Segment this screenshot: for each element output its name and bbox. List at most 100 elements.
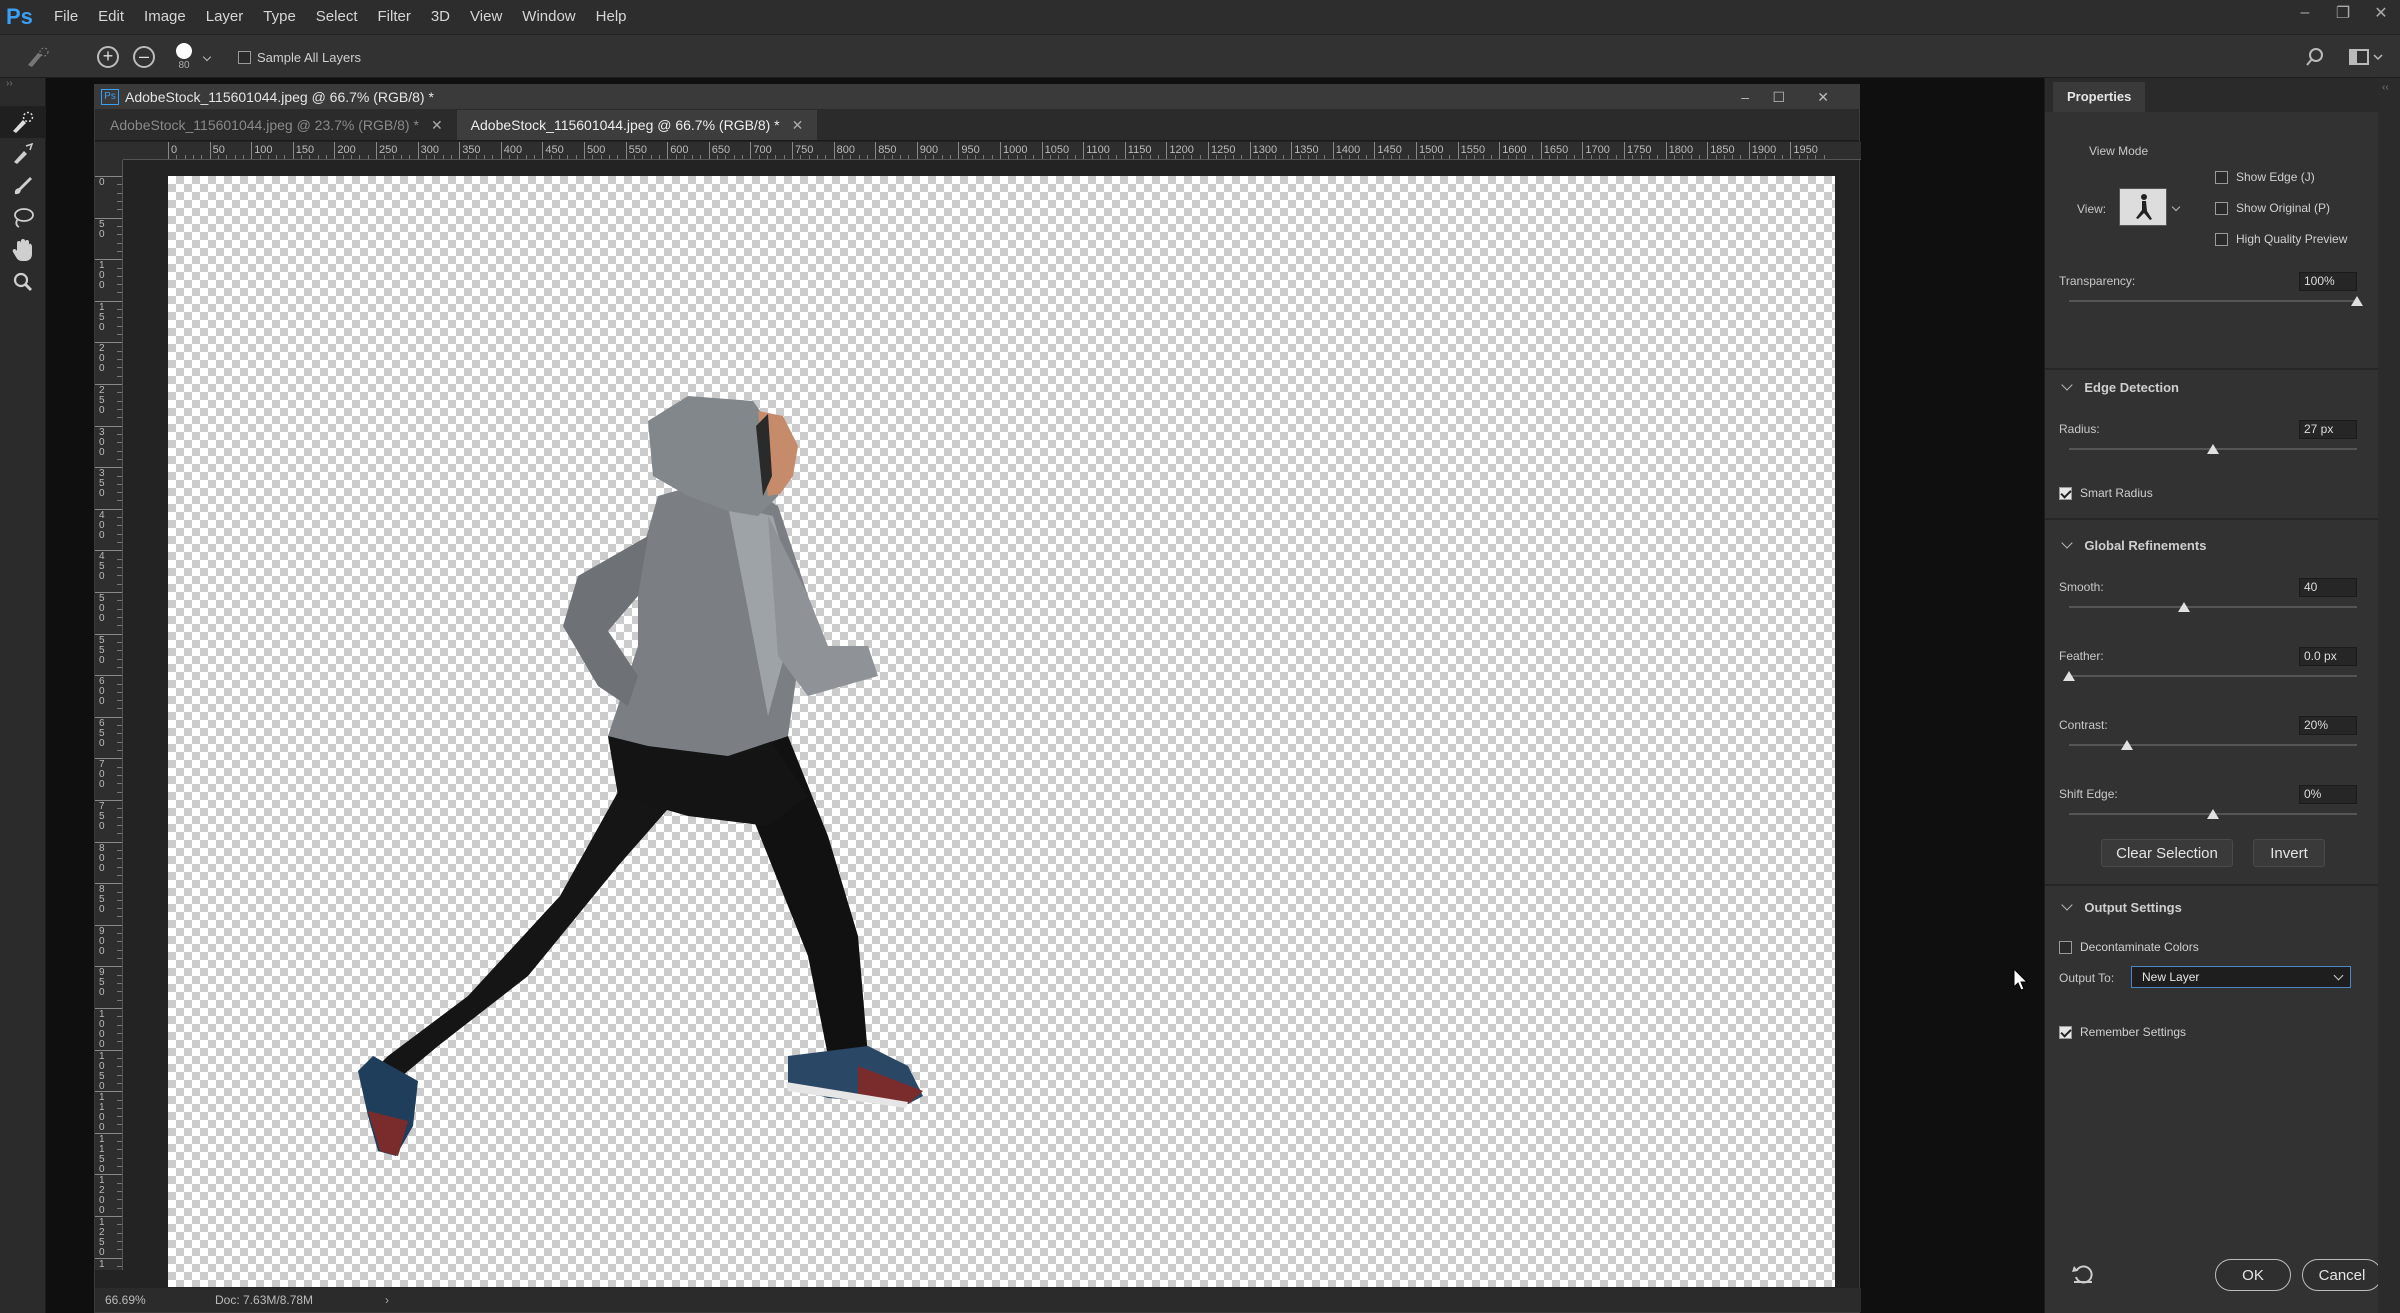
menu-type[interactable]: Type: [253, 0, 306, 34]
output-to-select[interactable]: New Layer: [2131, 966, 2351, 988]
tool-zoom[interactable]: [0, 266, 46, 298]
doc-close-icon[interactable]: ✕: [1817, 85, 1829, 109]
collapse-arrows-icon[interactable]: ‹‹: [2378, 78, 2400, 97]
tool-lasso[interactable]: [0, 202, 46, 234]
ruler-origin[interactable]: [95, 142, 123, 160]
feather-value[interactable]: 0.0 px: [2299, 647, 2357, 666]
menu-layer[interactable]: Layer: [196, 0, 254, 34]
feather-slider-track[interactable]: [2069, 675, 2357, 677]
shift-edge-slider-thumb[interactable]: [2207, 809, 2219, 819]
close-tab-icon[interactable]: ✕: [792, 117, 804, 134]
ruler-minor-tick: [800, 155, 802, 159]
ruler-minor-tick: [117, 1024, 122, 1026]
status-menu-arrow-icon[interactable]: ›: [385, 1293, 389, 1307]
global-refinements-collapse-icon[interactable]: [2061, 537, 2073, 549]
ruler-minor-tick: [1074, 155, 1076, 159]
decontaminate-colors-checkbox[interactable]: [2059, 940, 2072, 954]
edge-detection-collapse-icon[interactable]: [2061, 379, 2073, 391]
smooth-value[interactable]: 40: [2299, 578, 2357, 597]
tool-preset-picker[interactable]: [24, 35, 54, 79]
sample-all-layers-checkbox[interactable]: [238, 50, 251, 64]
smooth-slider-thumb[interactable]: [2178, 602, 2191, 612]
tool-brush[interactable]: [0, 170, 46, 202]
clear-selection-button[interactable]: Clear Selection: [2101, 839, 2233, 867]
close-tab-icon[interactable]: ✕: [431, 117, 443, 134]
ok-button[interactable]: OK: [2215, 1259, 2291, 1291]
horizontal-ruler[interactable]: 0 50 100 150 200 250 300 350 400 450 500 550 600 650 7…: [123, 142, 1861, 160]
radius-value[interactable]: 27 px: [2299, 420, 2357, 439]
smart-radius-checkbox[interactable]: [2059, 486, 2072, 500]
transparency-slider-thumb[interactable]: [2351, 296, 2363, 306]
vertical-ruler[interactable]: 0 50 100 150 200 250 300 350 400 450 500 550 600 650 7…: [95, 160, 123, 1270]
ruler-minor-tick: [767, 155, 769, 159]
ruler-minor-tick: [117, 974, 122, 976]
ruler-minor-tick: [742, 155, 744, 159]
ruler-minor-tick: [1798, 155, 1800, 159]
ruler-minor-tick: [1341, 155, 1343, 159]
ruler-minor-tick: [117, 433, 122, 435]
restore-icon[interactable]: ❐: [2324, 0, 2362, 26]
image-canvas[interactable]: [168, 176, 1835, 1287]
tool-hand[interactable]: [0, 234, 46, 266]
shift-edge-value[interactable]: 0%: [2299, 785, 2357, 804]
doc-minimize-icon[interactable]: –: [1741, 85, 1749, 109]
output-settings-collapse-icon[interactable]: [2061, 899, 2073, 911]
ruler-minor-tick: [450, 155, 452, 159]
remember-settings-checkbox[interactable]: [2059, 1025, 2072, 1039]
menu-window[interactable]: Window: [512, 0, 585, 34]
menu-help[interactable]: Help: [586, 0, 637, 34]
tool-refine-edge-brush[interactable]: [0, 138, 46, 170]
contrast-slider-thumb[interactable]: [2120, 740, 2133, 750]
ruler-minor-tick: [117, 292, 122, 294]
minimize-icon[interactable]: –: [2286, 0, 2324, 26]
radius-slider-thumb[interactable]: [2207, 444, 2219, 454]
document-tab-2[interactable]: AdobeStock_115601044.jpeg @ 66.7% (RGB/8…: [456, 110, 818, 140]
view-mode-thumbnail[interactable]: [2119, 188, 2167, 226]
smooth-slider-track[interactable]: [2069, 606, 2357, 608]
brush-size-picker[interactable]: 80: [176, 35, 192, 79]
chevron-down-icon[interactable]: [202, 52, 212, 62]
feather-label: Feather:: [2059, 649, 2104, 663]
workspace-icon[interactable]: [2348, 46, 2384, 68]
ruler-minor-tick: [883, 155, 885, 159]
panel-collapse-strip[interactable]: ‹‹: [2378, 78, 2400, 1313]
contrast-slider-track[interactable]: [2069, 744, 2357, 746]
menu-3d[interactable]: 3D: [421, 0, 460, 34]
menu-edit[interactable]: Edit: [88, 0, 134, 34]
ruler-minor-tick: [725, 155, 727, 159]
zoom-level[interactable]: 66.69%: [105, 1293, 195, 1307]
ruler-minor-tick: [117, 708, 122, 710]
tool-quick-selection[interactable]: [0, 106, 46, 138]
ruler-tick: [833, 142, 835, 159]
doc-maximize-icon[interactable]: ☐: [1772, 85, 1785, 109]
document-tab-1[interactable]: AdobeStock_115601044.jpeg @ 23.7% (RGB/8…: [96, 110, 457, 140]
transparency-value[interactable]: 100%: [2299, 272, 2357, 291]
show-edge-checkbox[interactable]: [2215, 170, 2228, 184]
invert-button[interactable]: Invert: [2253, 839, 2325, 867]
reset-icon[interactable]: [2071, 1262, 2095, 1286]
cancel-button[interactable]: Cancel: [2302, 1259, 2382, 1291]
feather-slider-thumb[interactable]: [2063, 671, 2075, 681]
menu-image[interactable]: Image: [134, 0, 196, 34]
menu-view[interactable]: View: [460, 0, 512, 34]
ruler-minor-tick: [966, 155, 968, 159]
ruler-tick-label: 1900: [1751, 144, 1777, 156]
ruler-tick: [1624, 142, 1625, 159]
ruler-tick-label: 350: [99, 468, 105, 500]
properties-tab[interactable]: Properties: [2053, 82, 2146, 112]
close-icon[interactable]: ✕: [2362, 0, 2400, 26]
ruler-minor-tick: [517, 155, 519, 159]
view-mode-dropdown-icon[interactable]: [2171, 202, 2181, 212]
menu-filter[interactable]: Filter: [368, 0, 421, 34]
search-icon[interactable]: [2304, 46, 2326, 68]
subtract-from-selection-icon[interactable]: –: [133, 46, 155, 68]
show-original-checkbox[interactable]: [2215, 201, 2228, 215]
transparency-slider-track[interactable]: [2069, 300, 2357, 302]
ruler-minor-tick: [1698, 155, 1700, 159]
high-quality-preview-checkbox[interactable]: [2215, 232, 2228, 246]
menu-select[interactable]: Select: [306, 0, 368, 34]
menu-file[interactable]: File: [44, 0, 88, 34]
contrast-value[interactable]: 20%: [2299, 716, 2357, 735]
collapse-arrows-icon[interactable]: ››: [0, 78, 45, 106]
add-to-selection-icon[interactable]: +: [97, 46, 119, 68]
